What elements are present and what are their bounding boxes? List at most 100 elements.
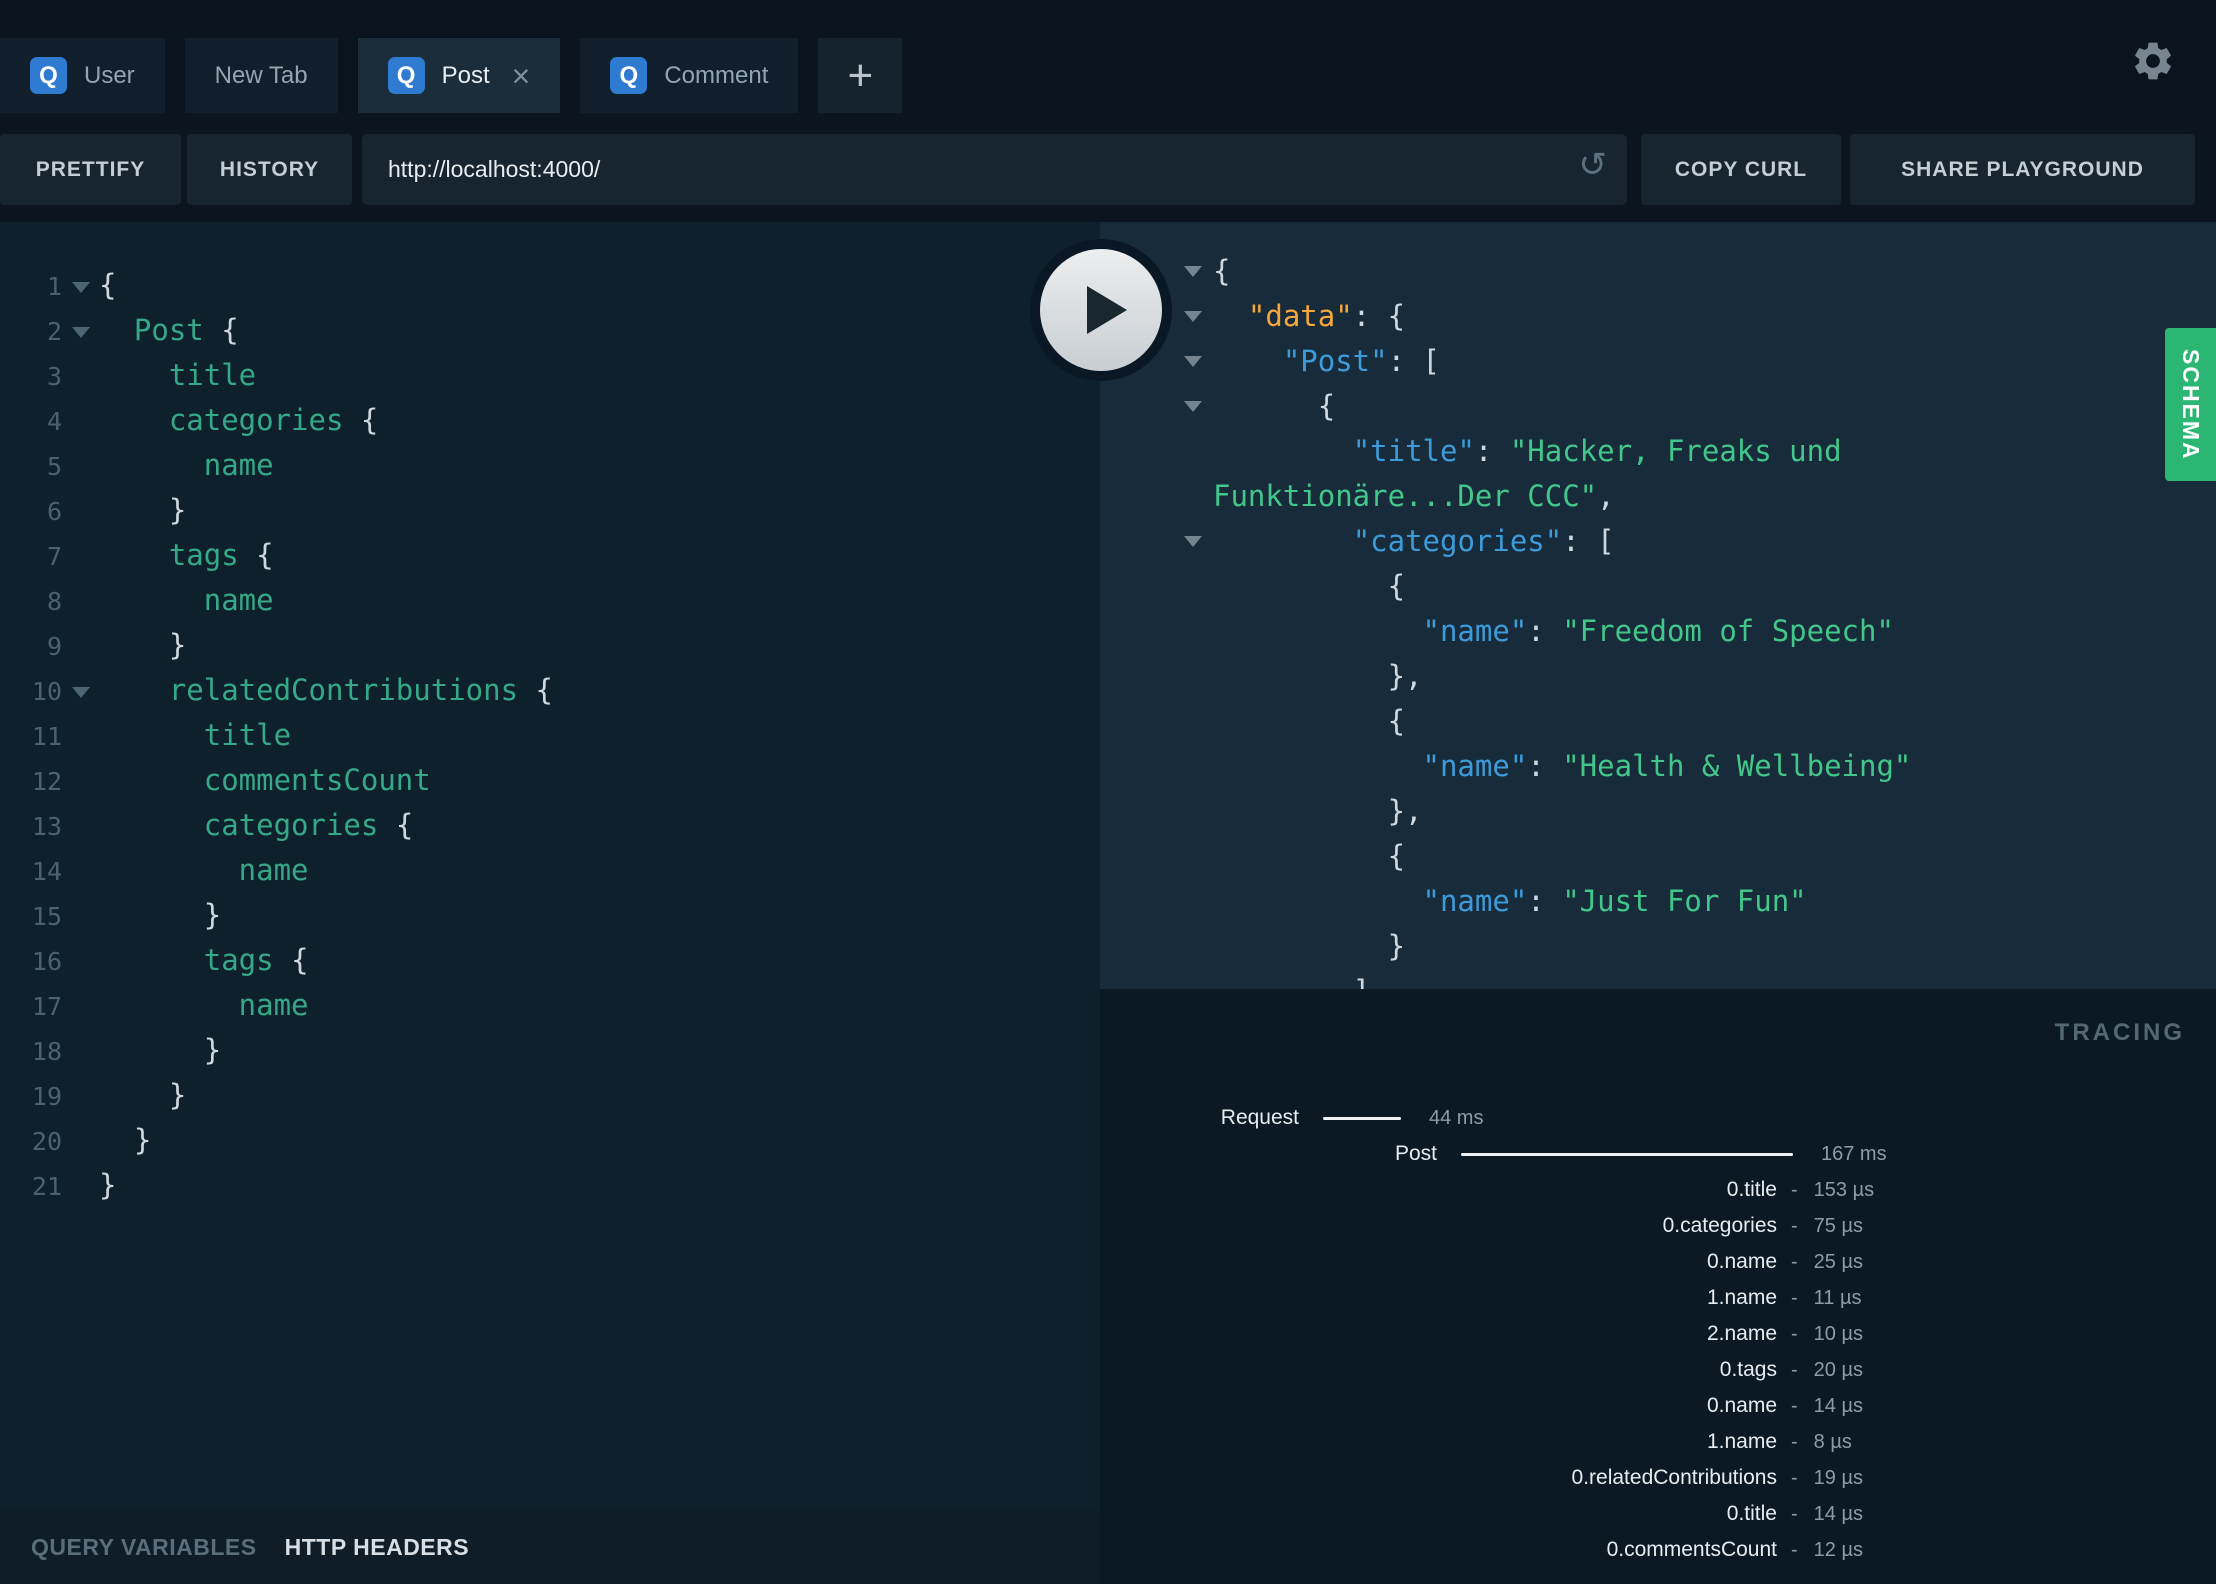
line-number: 19 [31, 1082, 62, 1111]
tracing-dash: - [1791, 1502, 1798, 1525]
tracing-panel-header[interactable]: TRACING [2055, 1019, 2185, 1047]
json-token: "Hacker, Freaks und [1509, 434, 1842, 468]
json-token: , [1597, 479, 1615, 513]
tracing-label: 0.tags [1719, 1358, 1777, 1381]
tab-label: New Tab [214, 61, 308, 89]
tracing-dash: - [1791, 1358, 1798, 1381]
line-number: 6 [46, 497, 62, 526]
json-token: }, [1213, 794, 1423, 828]
fold-arrow-icon[interactable] [71, 326, 90, 338]
line-number: 14 [31, 857, 62, 886]
settings-gear-icon[interactable] [2130, 38, 2176, 84]
close-icon[interactable]: × [512, 60, 531, 92]
schema-side-tab[interactable]: SCHEMA [2165, 328, 2216, 481]
line-number: 11 [31, 722, 62, 751]
endpoint-url-input[interactable] [388, 156, 1504, 183]
tab-bar: Q User New Tab Q Post × Q Comment + [0, 0, 2216, 113]
collapse-arrow-icon[interactable] [1184, 266, 1202, 277]
tracing-time: 20 µs [1813, 1358, 1863, 1381]
tracing-duration-bar [1461, 1152, 1793, 1156]
tracing-label: 2.name [1706, 1322, 1777, 1345]
tab-post[interactable]: Q Post × [357, 38, 561, 113]
editor-line: 21} [0, 1163, 1100, 1208]
code-token: { [378, 808, 414, 842]
editor-line: 2 Post { [0, 308, 1100, 353]
query-icon: Q [387, 57, 425, 94]
tabs-row: Q User New Tab Q Post × Q Comment + [0, 38, 903, 113]
code-token: } [99, 1078, 187, 1112]
tracing-row: 0.title -14 µs [1100, 1496, 2216, 1532]
copy-curl-button[interactable]: COPY CURL [1641, 134, 1841, 205]
reload-icon[interactable]: ↺ [1579, 148, 1608, 182]
code-token: categories [99, 403, 344, 437]
editor-line: 7 tags { [0, 533, 1100, 578]
tracing-row: Post 167 ms [1100, 1136, 2216, 1172]
code-token: tags [99, 943, 274, 977]
json-token: { [1213, 704, 1406, 738]
new-tab-button[interactable]: + [818, 38, 903, 113]
tracing-dash: - [1791, 1394, 1798, 1417]
code-token: } [99, 1033, 222, 1067]
tracing-dash: - [1791, 1178, 1798, 1201]
json-token: "Just For Fun" [1562, 884, 1807, 918]
json-token: : [1527, 749, 1563, 783]
tab-http-headers[interactable]: HTTP HEADERS [285, 1534, 470, 1561]
json-token: "data" [1247, 299, 1353, 333]
tracing-dash: - [1791, 1430, 1798, 1453]
response-viewer[interactable]: { "data": { "Post": [ { "title": "Hacker… [1100, 222, 2216, 989]
line-number: 2 [46, 317, 62, 346]
tracing-time: 14 µs [1813, 1502, 1863, 1525]
endpoint-url-field: ↺ [362, 134, 1627, 205]
play-icon [1087, 286, 1127, 334]
json-token: "name" [1422, 614, 1528, 648]
execute-query-button[interactable] [1040, 249, 1162, 371]
editor-line: 19 } [0, 1073, 1100, 1118]
collapse-arrow-icon[interactable] [1184, 311, 1202, 322]
json-token: : [ [1387, 344, 1440, 378]
code-token: } [99, 1123, 152, 1157]
tab-query-variables[interactable]: QUERY VARIABLES [31, 1534, 257, 1561]
tracing-dash: - [1791, 1250, 1798, 1273]
tracing-row: 0.name -25 µs [1100, 1244, 2216, 1280]
tab-new-tab[interactable]: New Tab [184, 38, 338, 113]
line-number: 13 [31, 812, 62, 841]
code-token: tags [99, 538, 239, 572]
fold-arrow-icon[interactable] [71, 686, 90, 698]
query-editor[interactable]: 1{2 Post {3 title 4 categories {5 name 6 }… [0, 222, 1100, 1510]
tracing-label: 1.name [1706, 1430, 1777, 1453]
response-line: { [1100, 834, 2216, 879]
history-button[interactable]: HISTORY [187, 134, 352, 205]
tracing-row: 0.commentsCount -12 µs [1100, 1532, 2216, 1568]
line-number: 4 [46, 407, 62, 436]
tab-user[interactable]: Q User [0, 38, 165, 113]
collapse-arrow-icon[interactable] [1184, 536, 1202, 547]
response-line: { [1100, 384, 2216, 429]
fold-arrow-icon[interactable] [71, 281, 90, 293]
tracing-dash: - [1791, 1286, 1798, 1309]
editor-line: 4 categories { [0, 398, 1100, 443]
code-token: } [99, 628, 187, 662]
response-line: "title": "Hacker, Freaks und [1100, 429, 2216, 474]
code-token: commentsCount [99, 763, 431, 797]
editor-line: 17 name [0, 983, 1100, 1028]
fold-gutter [62, 263, 99, 308]
editor-line: 12 commentsCount [0, 758, 1100, 803]
collapse-arrow-icon[interactable] [1184, 401, 1202, 412]
editor-line: 18 } [0, 1028, 1100, 1073]
json-token: }, [1213, 659, 1423, 693]
response-lines: { "data": { "Post": [ { "title": "Hacker… [1100, 222, 2216, 989]
json-token: Funktionäre...Der CCC" [1213, 479, 1598, 513]
tab-comment[interactable]: Q Comment [580, 38, 799, 113]
editor-line: 1{ [0, 263, 1100, 308]
tracing-label: 0.title [1726, 1502, 1777, 1525]
share-playground-button[interactable]: SHARE PLAYGROUND [1850, 134, 2195, 205]
tracing-label: Request [1220, 1106, 1299, 1129]
collapse-arrow-icon[interactable] [1184, 356, 1202, 367]
code-token: { [203, 313, 239, 347]
prettify-button[interactable]: PRETTIFY [0, 134, 181, 205]
tracing-time: 14 µs [1813, 1394, 1863, 1417]
line-number: 12 [31, 767, 62, 796]
response-line: "name": "Freedom of Speech" [1100, 609, 2216, 654]
